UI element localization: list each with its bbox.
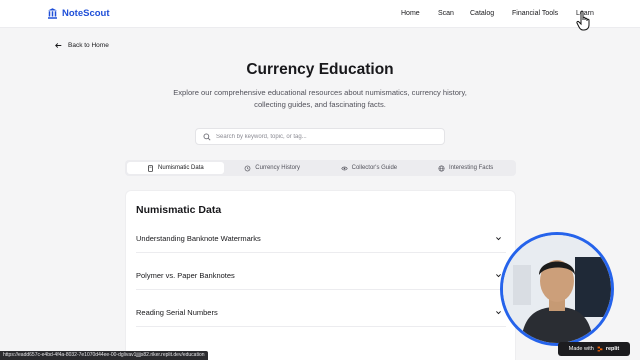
back-to-home-link[interactable]: Back to Home (55, 42, 109, 49)
nav-financial-tools[interactable]: Financial Tools (512, 10, 558, 17)
tab-label: Collector's Guide (351, 165, 398, 171)
made-with-replit-badge[interactable]: Made with replit (558, 342, 630, 356)
nav-home[interactable]: Home (401, 10, 420, 17)
brand-logo[interactable]: NoteScout (48, 8, 110, 19)
tab-currency-history[interactable]: Currency History (224, 162, 321, 174)
hand-cursor-icon (576, 10, 590, 31)
accordion-item[interactable]: Polymer vs. Paper Banknotes (136, 262, 506, 290)
badge-brand: replit (605, 346, 620, 352)
tab-numismatic-data[interactable]: Numismatic Data (127, 162, 224, 174)
tab-label: Interesting Facts (448, 165, 494, 171)
section-title: Numismatic Data (136, 204, 222, 216)
accordion-item[interactable]: Understanding Banknote Watermarks (136, 225, 506, 253)
presenter-video (503, 235, 611, 343)
brand-name: NoteScout (62, 8, 110, 19)
nav-scan[interactable]: Scan (438, 10, 454, 17)
chevron-down-icon (496, 237, 501, 241)
book-icon (148, 164, 153, 172)
webcam-overlay (500, 232, 614, 346)
search-input[interactable] (216, 133, 436, 140)
chevron-down-icon (496, 311, 501, 315)
page-title: Currency Education (246, 61, 394, 78)
badge-prefix: Made with (568, 346, 594, 352)
tab-label: Currency History (255, 165, 300, 171)
globe-icon (438, 165, 445, 171)
numismatic-data-panel: Numismatic Data Understanding Banknote W… (125, 190, 516, 360)
accordion-item[interactable]: Reading Serial Numbers (136, 299, 506, 327)
history-icon (244, 165, 251, 171)
search-box (195, 128, 445, 145)
category-tabs: Numismatic Data Currency History Collect… (125, 160, 516, 176)
tab-label: Numismatic Data (158, 165, 204, 171)
replit-logo-icon (597, 346, 603, 352)
status-url: https://eadd657c-e4bd-4f4a-8032-7e1070d4… (0, 351, 208, 360)
search-icon (203, 133, 211, 141)
arrow-left-icon (55, 43, 62, 48)
back-link-label: Back to Home (68, 42, 109, 49)
accordion-label: Polymer vs. Paper Banknotes (136, 271, 235, 280)
tab-collectors-guide[interactable]: Collector's Guide (321, 162, 418, 174)
tab-interesting-facts[interactable]: Interesting Facts (417, 162, 514, 174)
accordion-label: Understanding Banknote Watermarks (136, 234, 261, 243)
eye-icon (340, 166, 348, 170)
bank-icon (48, 8, 57, 19)
page-subtitle: Explore our comprehensive educational re… (173, 88, 467, 109)
top-navbar: NoteScout Home Scan Catalog Financial To… (0, 0, 640, 31)
nav-catalog[interactable]: Catalog (470, 10, 494, 17)
accordion-label: Reading Serial Numbers (136, 308, 218, 317)
